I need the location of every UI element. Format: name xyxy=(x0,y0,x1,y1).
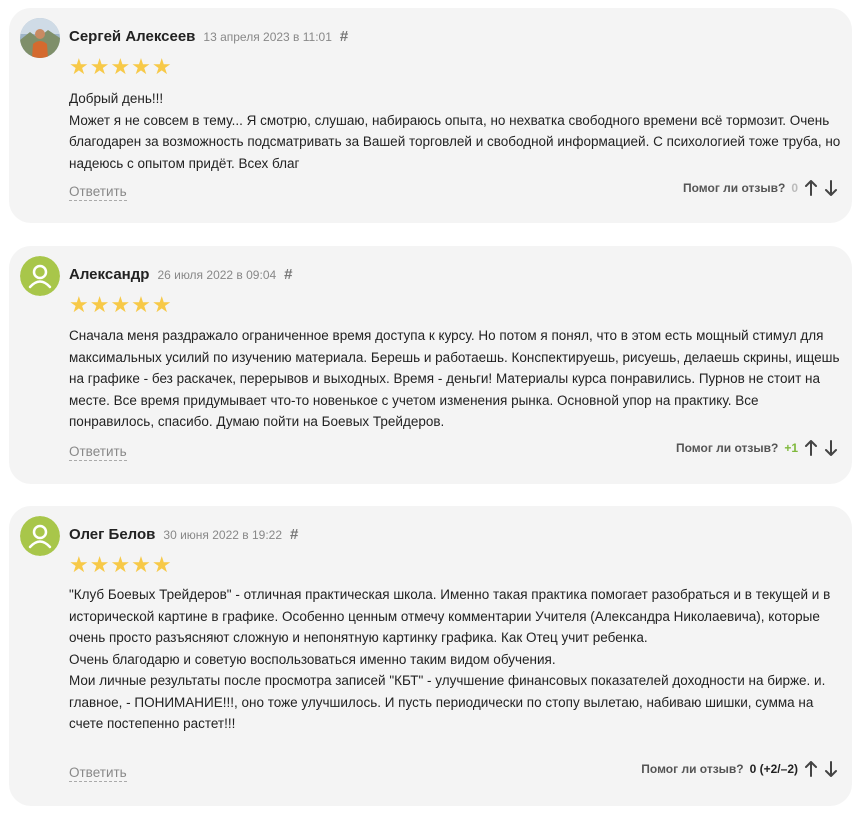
avatar[interactable] xyxy=(20,18,60,58)
permalink-hash[interactable]: # xyxy=(284,266,292,283)
review-paragraph: Может я не совсем в тему... Я смотрю, сл… xyxy=(69,112,841,171)
review-header: Сергей Алексеев 13 апреля 2023 в 11:01 # xyxy=(69,28,348,45)
avatar[interactable] xyxy=(20,256,60,296)
permalink-hash[interactable]: # xyxy=(340,28,348,45)
review-text: "Клуб Боевых Трейдеров" - отличная практ… xyxy=(69,584,844,735)
review-paragraph: Мои личные результаты после просмотра за… xyxy=(69,673,826,731)
reply-button[interactable]: Ответить xyxy=(69,765,127,782)
review-paragraph: Очень благодарю и советую воспользоватьс… xyxy=(69,651,556,667)
avatar[interactable] xyxy=(20,516,60,556)
review-paragraph: Сначала меня раздражало ограниченное вре… xyxy=(69,328,840,429)
review-paragraph: Добрый день!!! xyxy=(69,91,164,106)
review-card: Александр 26 июля 2022 в 09:04 # ★★★★★ Сна… xyxy=(9,246,852,484)
permalink-hash[interactable]: # xyxy=(290,526,298,543)
review-header: Олег Белов 30 июня 2022 в 19:22 # xyxy=(69,526,298,543)
helpful-widget: Помог ли отзыв? 0 (+2/–2) xyxy=(641,761,838,777)
helpful-score: 0 (+2/–2) xyxy=(749,762,798,776)
downvote-arrow-icon[interactable] xyxy=(824,180,838,196)
review-card: Сергей Алексеев 13 апреля 2023 в 11:01 # ★… xyxy=(9,8,852,223)
review-date: 26 июля 2022 в 09:04 xyxy=(157,268,277,282)
upvote-arrow-icon[interactable] xyxy=(804,761,818,777)
helpful-widget: Помог ли отзыв? +1 xyxy=(676,440,838,456)
rating-stars: ★★★★★ xyxy=(69,292,173,317)
review-date: 30 июня 2022 в 19:22 xyxy=(163,528,283,542)
review-text: Добрый день!!! Может я не совсем в тему.… xyxy=(69,88,844,174)
user-placeholder-icon xyxy=(20,256,60,296)
user-photo-icon xyxy=(20,18,60,58)
rating-stars: ★★★★★ xyxy=(69,552,173,577)
upvote-arrow-icon[interactable] xyxy=(804,440,818,456)
upvote-arrow-icon[interactable] xyxy=(804,180,818,196)
rating-stars: ★★★★★ xyxy=(69,54,173,79)
user-placeholder-icon xyxy=(20,516,60,556)
review-date: 13 апреля 2023 в 11:01 xyxy=(203,30,332,44)
helpful-label: Помог ли отзыв? xyxy=(675,441,779,455)
review-text: Сначала меня раздражало ограниченное вре… xyxy=(69,325,844,433)
author-name[interactable]: Олег Белов xyxy=(69,526,155,543)
author-name[interactable]: Сергей Алексеев xyxy=(69,28,195,45)
author-name[interactable]: Александр xyxy=(69,266,149,283)
helpful-label: Помог ли отзыв? xyxy=(682,181,786,195)
review-paragraph: "Клуб Боевых Трейдеров" - отличная практ… xyxy=(69,587,831,645)
reply-button[interactable]: Ответить xyxy=(69,444,127,461)
downvote-arrow-icon[interactable] xyxy=(824,440,838,456)
downvote-arrow-icon[interactable] xyxy=(824,761,838,777)
review-card: Олег Белов 30 июня 2022 в 19:22 # ★★★★★ "К… xyxy=(9,506,852,806)
reply-button[interactable]: Ответить xyxy=(69,184,127,201)
helpful-widget: Помог ли отзыв? 0 xyxy=(683,180,838,196)
helpful-score: 0 xyxy=(791,181,798,195)
review-header: Александр 26 июля 2022 в 09:04 # xyxy=(69,266,293,283)
helpful-score: +1 xyxy=(784,441,798,455)
helpful-label: Помог ли отзыв? xyxy=(641,762,744,776)
